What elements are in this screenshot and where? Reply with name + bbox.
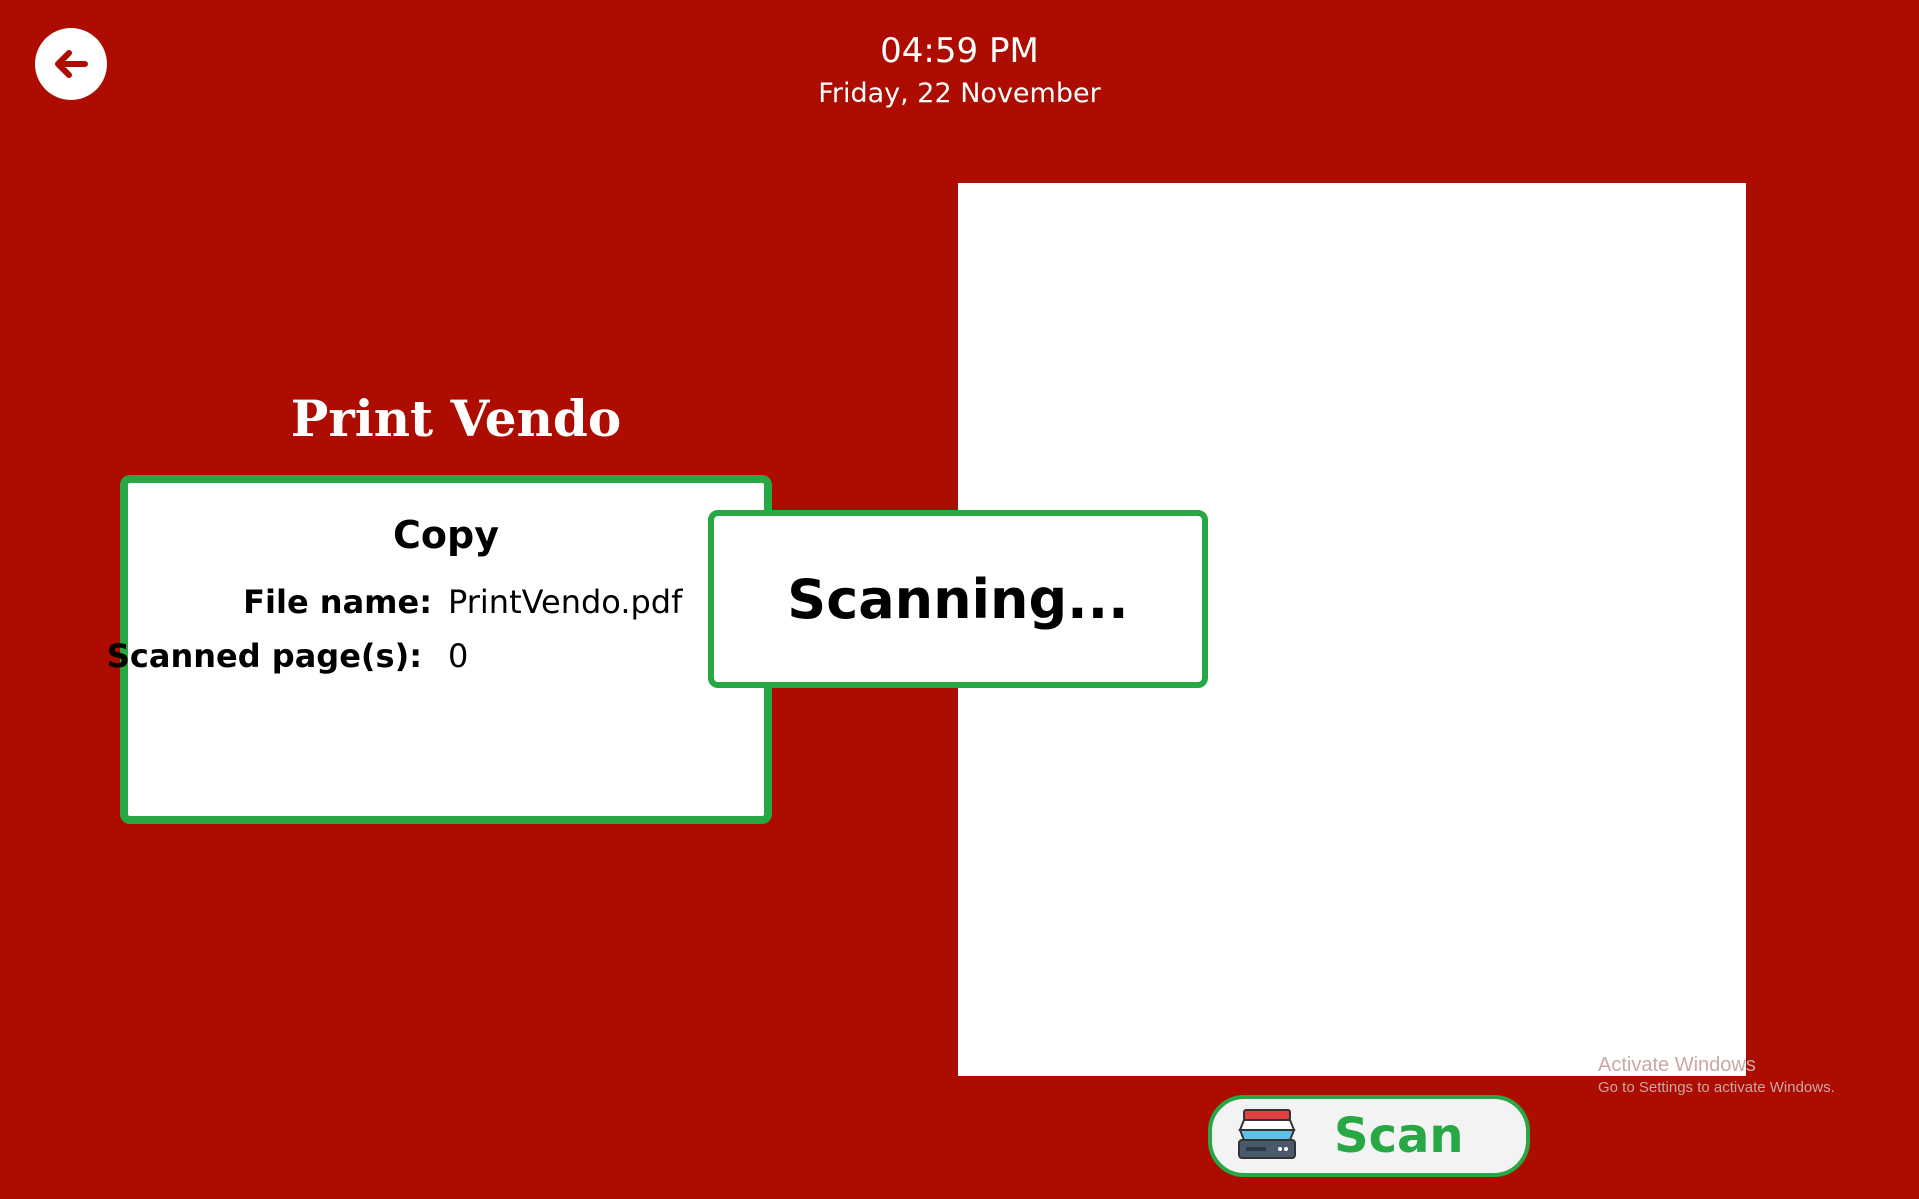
file-name-label: File name: — [243, 583, 432, 621]
scanning-dialog: Scanning... — [708, 510, 1208, 688]
brand-title: Print Vendo — [290, 389, 622, 448]
scanned-pages-value: 0 — [448, 637, 469, 675]
scanning-text: Scanning... — [787, 567, 1129, 631]
card-title: Copy — [393, 513, 499, 557]
scanned-pages-label: Scanned page(s): — [106, 637, 422, 675]
watermark-line2: Go to Settings to activate Windows. — [1598, 1079, 1835, 1096]
windows-activation-watermark: Activate Windows Go to Settings to activ… — [1598, 1052, 1835, 1098]
clock: 04:59 PM Friday, 22 November — [0, 28, 1919, 114]
watermark-line1: Activate Windows — [1598, 1054, 1756, 1076]
scanner-icon — [1238, 1109, 1296, 1159]
file-name-value: PrintVendo.pdf — [448, 583, 683, 621]
clock-time: 04:59 PM — [880, 31, 1039, 71]
copy-info-card: Copy File name: PrintVendo.pdf Scanned p… — [107, 475, 772, 824]
scan-button-label: Scan — [1334, 1108, 1464, 1164]
scan-button[interactable]: Scan — [1208, 1095, 1530, 1177]
clock-date: Friday, 22 November — [818, 78, 1101, 109]
